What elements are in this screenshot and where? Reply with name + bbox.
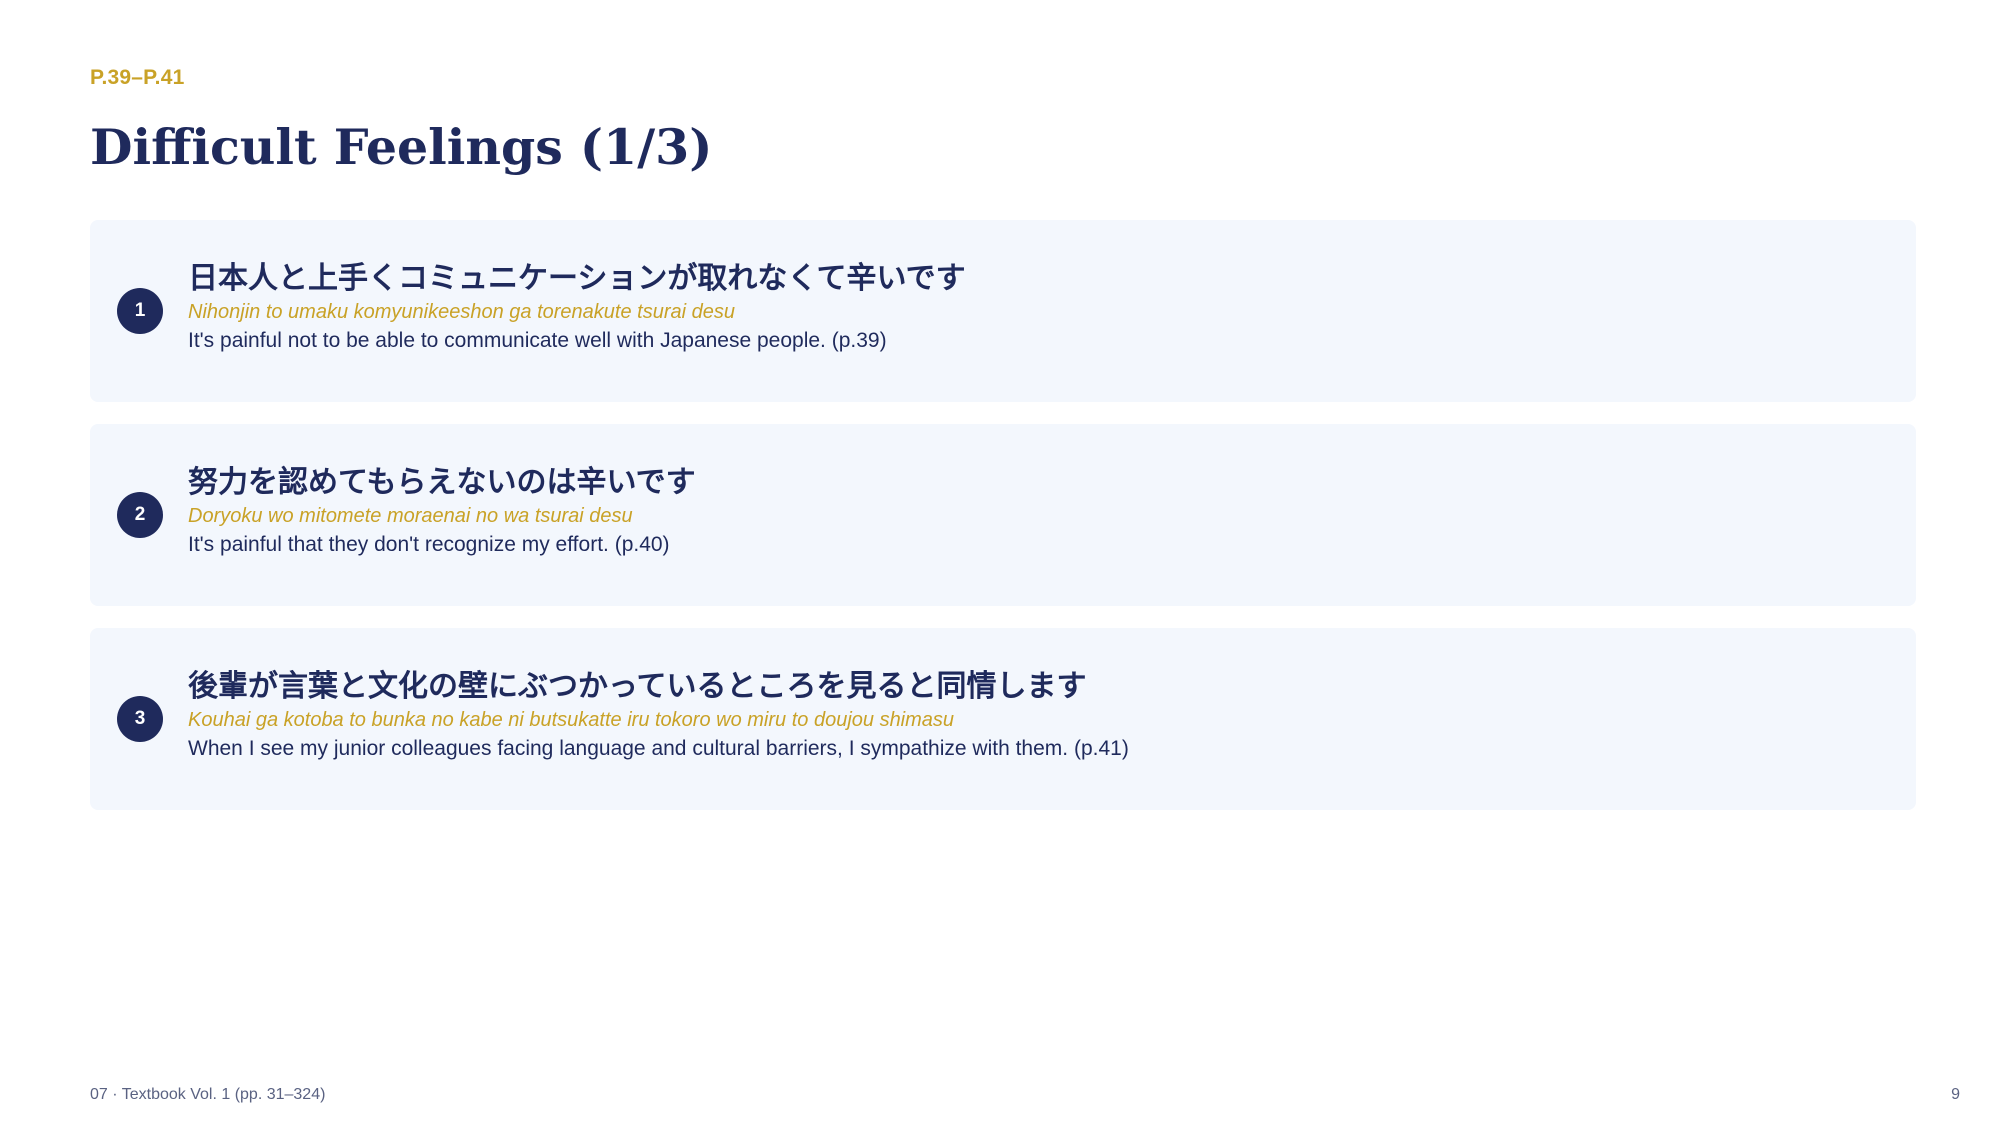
number-badge: 3 <box>117 696 163 742</box>
japanese-phrase: 努力を認めてもらえないのは辛いです <box>188 465 696 500</box>
japanese-phrase: 日本人と上手くコミュニケーションが取れなくて辛いです <box>188 261 966 296</box>
romaji-reading: Doryoku wo mitomete moraenai no wa tsura… <box>188 505 633 527</box>
phrase-content: 努力を認めてもらえないのは辛いです Doryoku wo mitomete mo… <box>188 464 1886 560</box>
slide-title: Difficult Feelings (1/3) <box>90 118 713 176</box>
phrase-list: 1 日本人と上手くコミュニケーションが取れなくて辛いです Nihonjin to… <box>90 220 1916 832</box>
phrase-card-3: 3 後輩が言葉と文化の壁にぶつかっているところを見ると同情します Kouhai … <box>90 628 1916 810</box>
english-translation: It's painful not to be able to communica… <box>188 329 887 352</box>
phrase-content: 後輩が言葉と文化の壁にぶつかっているところを見ると同情します Kouhai ga… <box>188 668 1886 764</box>
number-badge: 1 <box>117 288 163 334</box>
english-translation: When I see my junior colleagues facing l… <box>188 737 1129 760</box>
page-range-label: P.39–P.41 <box>90 66 185 89</box>
footer-page-number: 9 <box>1951 1086 1960 1103</box>
japanese-phrase: 後輩が言葉と文化の壁にぶつかっているところを見ると同情します <box>188 669 1087 704</box>
phrase-card-2: 2 努力を認めてもらえないのは辛いです Doryoku wo mitomete … <box>90 424 1916 606</box>
phrase-content: 日本人と上手くコミュニケーションが取れなくて辛いです Nihonjin to u… <box>188 260 1886 356</box>
romaji-reading: Nihonjin to umaku komyunikeeshon ga tore… <box>188 301 735 323</box>
romaji-reading: Kouhai ga kotoba to bunka no kabe ni but… <box>188 709 955 731</box>
phrase-card-1: 1 日本人と上手くコミュニケーションが取れなくて辛いです Nihonjin to… <box>90 220 1916 402</box>
english-translation: It's painful that they don't recognize m… <box>188 533 670 556</box>
number-badge: 2 <box>117 492 163 538</box>
footer-source: 07 · Textbook Vol. 1 (pp. 31–324) <box>90 1086 326 1103</box>
